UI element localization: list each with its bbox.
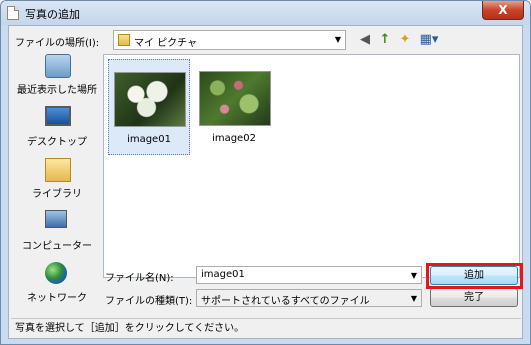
done-button[interactable]: 完了 [430, 288, 518, 307]
file-item-image01[interactable]: image01 [108, 59, 190, 155]
place-label: ライブラリ [32, 189, 82, 200]
place-network[interactable]: ネットワーク [13, 262, 101, 310]
place-libraries[interactable]: ライブラリ [13, 158, 101, 206]
library-icon [45, 158, 71, 182]
network-globe-icon [45, 262, 67, 284]
look-in-value: マイ ピクチャ [134, 38, 198, 49]
filetype-value: サポートされているすべてのファイル [201, 296, 370, 307]
file-item-image02[interactable]: image02 [194, 59, 276, 155]
document-icon [7, 6, 19, 20]
image-thumbnail [114, 72, 186, 127]
place-desktop[interactable]: デスクトップ [13, 106, 101, 154]
close-button[interactable]: X [482, 1, 524, 20]
desktop-icon [45, 106, 71, 126]
place-label: ネットワーク [27, 293, 87, 304]
place-label: コンピューター [22, 241, 92, 252]
chevron-down-icon[interactable]: ▼ [411, 271, 417, 280]
window-title: 写真の追加 [25, 8, 80, 21]
places-bar: 最近表示した場所 デスクトップ ライブラリ コンピューター ネットワーク [13, 54, 101, 304]
look-in-dropdown[interactable]: マイ ピクチャ ▼ [113, 30, 346, 50]
folder-icon [118, 34, 130, 46]
computer-icon [45, 210, 67, 228]
highlight-box [426, 263, 523, 289]
recent-places-icon [45, 54, 71, 78]
title-bar[interactable]: 写真の追加 X [1, 1, 530, 25]
filetype-dropdown[interactable]: サポートされているすべてのファイル ▼ [196, 289, 422, 307]
up-folder-icon[interactable]: ↑ [377, 32, 393, 48]
file-name-label: image01 [127, 134, 171, 145]
place-label: 最近表示した場所 [17, 85, 97, 96]
view-menu-icon[interactable]: ▦▾ [417, 32, 441, 48]
filename-input[interactable]: image01 ▼ [196, 266, 422, 284]
file-list[interactable]: image01 image02 [103, 54, 520, 278]
place-recent[interactable]: 最近表示した場所 [13, 54, 101, 102]
dialog-window: 写真の追加 X ファイルの場所(I): マイ ピクチャ ▼ ◀ ↑ ✦ ▦▾ 最… [0, 0, 531, 345]
place-computer[interactable]: コンピューター [13, 210, 101, 258]
look-in-label: ファイルの場所(I): [15, 38, 100, 49]
chevron-down-icon: ▼ [410, 294, 417, 303]
new-folder-icon[interactable]: ✦ [397, 32, 413, 48]
dialog-client: ファイルの場所(I): マイ ピクチャ ▼ ◀ ↑ ✦ ▦▾ 最近表示した場所 … [8, 25, 523, 339]
close-icon: X [498, 3, 508, 17]
filetype-label: ファイルの種類(T): [105, 296, 193, 307]
back-icon[interactable]: ◀ [357, 32, 373, 48]
chevron-down-icon: ▼ [334, 35, 341, 44]
status-text: 写真を選択して［追加］をクリックしてください。 [11, 318, 521, 338]
place-label: デスクトップ [27, 137, 87, 148]
image-thumbnail [199, 71, 271, 126]
filename-label: ファイル名(N): [105, 273, 174, 284]
filename-value: image01 [201, 269, 245, 280]
file-name-label: image02 [212, 133, 256, 144]
